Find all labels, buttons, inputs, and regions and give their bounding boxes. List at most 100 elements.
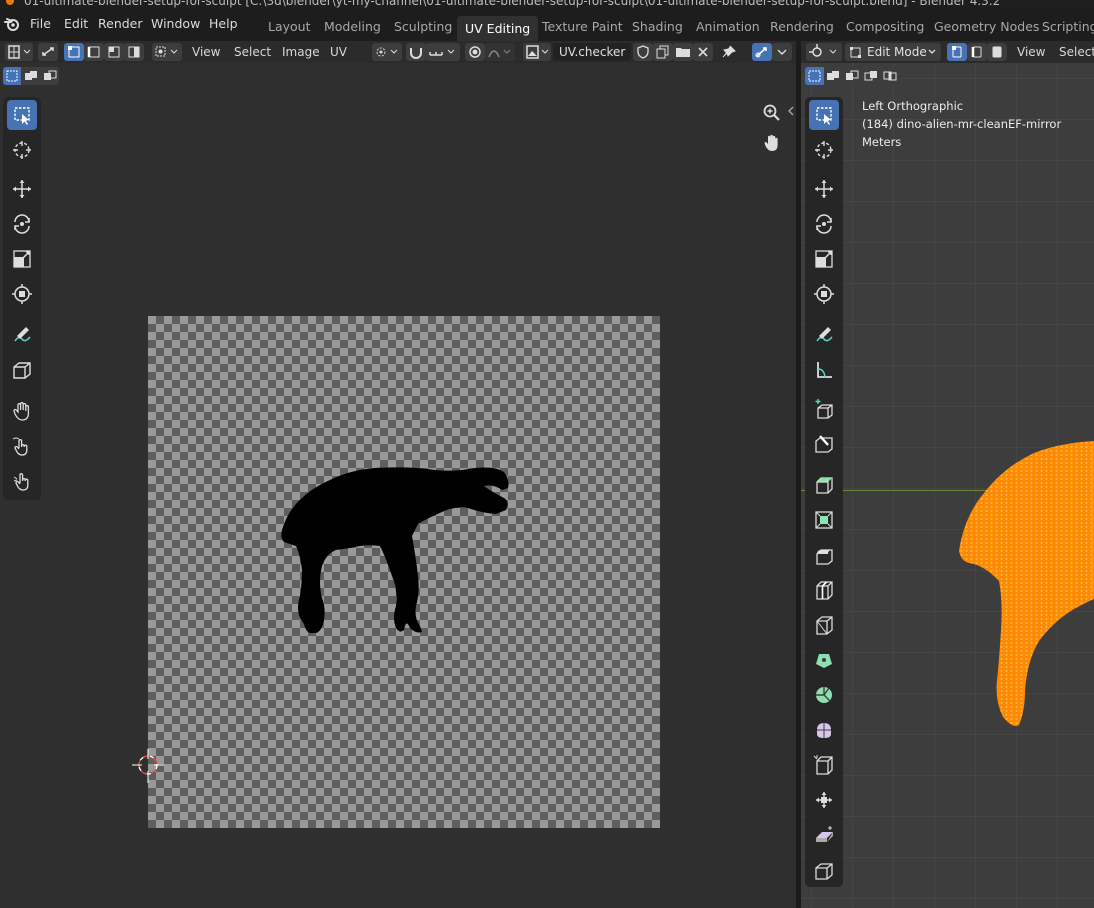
view3d-tool-annotate[interactable] <box>809 320 839 350</box>
blender-logo-icon[interactable] <box>4 16 20 32</box>
tab-texture-paint[interactable]: Texture Paint <box>542 19 623 34</box>
new-image-button[interactable] <box>653 43 673 61</box>
fake-user-button[interactable] <box>633 43 653 61</box>
tab-sculpting[interactable]: Sculpting <box>394 19 452 34</box>
view3d-select-subtract-button[interactable] <box>843 67 862 85</box>
uv-tool-grab[interactable] <box>7 396 37 426</box>
image-name-field[interactable]: UV.checker <box>553 43 631 61</box>
view3d-menu-view[interactable]: View <box>1017 45 1045 59</box>
view3d-tool-select-box[interactable] <box>809 100 839 130</box>
view3d-tool-move[interactable] <box>809 174 839 204</box>
sidebar-toggle-icon[interactable] <box>787 106 795 116</box>
view3d-tool-knife[interactable] <box>809 429 839 459</box>
view3d-editor-type-button[interactable] <box>806 43 842 61</box>
view3d-tool-to-sphere[interactable] <box>809 820 839 850</box>
tab-compositing[interactable]: Compositing <box>846 19 924 34</box>
menu-help[interactable]: Help <box>209 16 238 31</box>
view3d-menu-select[interactable]: Select <box>1059 45 1094 59</box>
tab-rendering[interactable]: Rendering <box>770 19 834 34</box>
view3d-area[interactable]: Left Orthographic (184) dino-alien-mr-cl… <box>801 63 1094 908</box>
zoom-view-button[interactable] <box>759 100 785 126</box>
uv-menu-view[interactable]: View <box>192 45 220 59</box>
face-select-mode-button[interactable] <box>104 43 124 61</box>
pivot-point-dropdown[interactable] <box>372 43 402 61</box>
view3d-tool-scale[interactable] <box>809 244 839 274</box>
unlink-image-button[interactable] <box>693 43 713 61</box>
proportional-editing-button[interactable] <box>465 43 485 61</box>
select-extend-button[interactable] <box>22 67 40 85</box>
view3d-tool-push-pull[interactable] <box>809 750 839 780</box>
uv-tool-move[interactable] <box>7 174 37 204</box>
editor-type-button[interactable] <box>5 43 33 61</box>
uv-tool-relax[interactable] <box>7 431 37 461</box>
view3d-tool-smooth[interactable] <box>809 680 839 710</box>
view3d-tool-shrink[interactable] <box>809 715 839 745</box>
open-image-button[interactable] <box>673 43 693 61</box>
tab-shading[interactable]: Shading <box>632 19 683 34</box>
view3d-select-intersect-button[interactable] <box>881 67 901 85</box>
pan-view-button[interactable] <box>759 130 785 156</box>
uv-tool-cursor[interactable] <box>7 135 37 165</box>
view3d-tool-cursor[interactable] <box>809 135 839 165</box>
mode-dropdown[interactable]: Edit Mode <box>845 43 941 61</box>
menu-render[interactable]: Render <box>98 16 143 31</box>
view3d-tool-shear[interactable] <box>809 785 839 815</box>
uv-editor-area[interactable] <box>0 63 796 908</box>
mesh-object[interactable] <box>959 441 1094 731</box>
view3d-face-select-button[interactable] <box>987 43 1007 61</box>
uv-tool-select-box[interactable] <box>7 100 37 130</box>
view3d-edge-select-button[interactable] <box>967 43 987 61</box>
view3d-tool-add-cube[interactable] <box>809 394 839 424</box>
proportional-falloff-dropdown[interactable] <box>485 43 515 61</box>
uv-menu-select[interactable]: Select <box>234 45 271 59</box>
select-new-button[interactable] <box>3 67 21 85</box>
view3d-tool-loop-cut[interactable] <box>809 575 839 605</box>
view3d-tool-extrude[interactable] <box>809 470 839 500</box>
view3d-select-extend-button[interactable] <box>824 67 843 85</box>
uv-tool-transform[interactable] <box>7 279 37 309</box>
uv-editor-header: View Select Image UV UV.checker <box>0 41 796 63</box>
tab-scripting[interactable]: Scripting <box>1042 19 1094 34</box>
tab-animation[interactable]: Animation <box>696 19 760 34</box>
view3d-vertex-select-button[interactable] <box>947 43 967 61</box>
uv-menu-uv[interactable]: UV <box>330 45 347 59</box>
sticky-selection-dropdown[interactable] <box>152 43 182 61</box>
vertex-select-mode-button[interactable] <box>64 43 84 61</box>
uv-menu-image[interactable]: Image <box>282 45 320 59</box>
snap-toggle-button[interactable] <box>406 43 426 61</box>
gizmo-dropdown[interactable] <box>772 43 792 61</box>
view3d-select-new-button[interactable] <box>805 67 824 85</box>
select-subtract-button[interactable] <box>41 67 59 85</box>
island-select-mode-button[interactable] <box>124 43 144 61</box>
uv-tool-rotate[interactable] <box>7 209 37 239</box>
view3d-tool-bevel[interactable] <box>809 540 839 570</box>
menu-window[interactable]: Window <box>151 16 200 31</box>
uv-tool-rip[interactable] <box>7 355 37 385</box>
uv-tool-annotate[interactable] <box>7 320 37 350</box>
tab-layout[interactable]: Layout <box>268 19 311 34</box>
uv-tool-pinch[interactable] <box>7 466 37 496</box>
menu-file[interactable]: File <box>30 16 51 31</box>
view3d-tool-poly-build[interactable] <box>809 610 839 640</box>
menu-edit[interactable]: Edit <box>64 16 88 31</box>
uv-sync-selection-button[interactable] <box>38 43 58 61</box>
uv-tool-scale[interactable] <box>7 244 37 274</box>
view3d-select-difference-button[interactable] <box>862 67 881 85</box>
view3d-tool-rip-region[interactable] <box>809 855 839 885</box>
view3d-tool-inset[interactable] <box>809 505 839 535</box>
edge-select-mode-button[interactable] <box>84 43 104 61</box>
tab-modeling[interactable]: Modeling <box>324 19 381 34</box>
view3d-tool-transform[interactable] <box>809 279 839 309</box>
2d-cursor-icon[interactable] <box>128 747 168 787</box>
image-browse-button[interactable] <box>523 43 551 61</box>
pin-image-button[interactable] <box>717 43 739 61</box>
tab-uv-editing[interactable]: UV Editing <box>457 16 539 41</box>
view3d-tool-measure[interactable] <box>809 355 839 385</box>
gizmo-icon <box>755 47 767 58</box>
tab-geometry-nodes[interactable]: Geometry Nodes <box>934 19 1039 34</box>
snap-target-dropdown[interactable] <box>426 43 460 61</box>
view3d-tool-spin[interactable] <box>809 645 839 675</box>
view3d-tool-rotate[interactable] <box>809 209 839 239</box>
relax-icon <box>12 437 28 456</box>
gizmo-toggle-button[interactable] <box>752 43 772 61</box>
